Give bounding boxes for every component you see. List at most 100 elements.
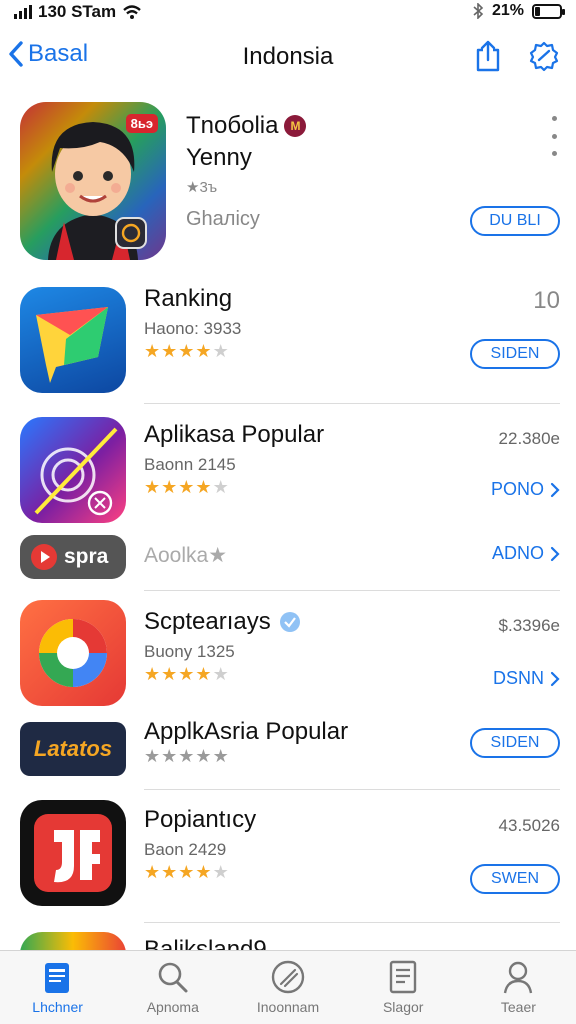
app-icon xyxy=(20,417,126,523)
swirl-logo-icon xyxy=(39,619,107,687)
app-name: ApplkAsria Popular xyxy=(144,718,349,745)
tab-updates[interactable]: Slagor xyxy=(346,951,461,1024)
star-icon: ★ xyxy=(195,664,213,684)
wifi-icon xyxy=(123,5,141,19)
star-icon: ★ xyxy=(212,341,230,361)
app-icon xyxy=(20,600,126,706)
navigation-bar: Basal Indonsia xyxy=(0,30,576,86)
tab-games[interactable]: Inoonnam xyxy=(230,951,345,1024)
app-icon: Latatos xyxy=(20,722,126,776)
list-item[interactable]: spra Aoolka★ ADNO xyxy=(0,535,576,581)
rating-stars: ★★★★★ xyxy=(144,664,230,685)
divider xyxy=(144,922,560,923)
featured-name-line: Tnoбolia M xyxy=(186,112,307,140)
status-bar: 130 STam 21% xyxy=(0,0,576,26)
settings-button[interactable] xyxy=(526,38,562,74)
tab-profile[interactable]: Teaer xyxy=(461,951,576,1024)
tab-label: Lhchner xyxy=(32,999,83,1015)
bluetooth-icon xyxy=(473,3,484,19)
battery-icon xyxy=(532,3,565,19)
star-icon: ★ xyxy=(212,664,230,684)
star-icon: ★ xyxy=(195,341,213,361)
play-icon xyxy=(31,544,57,570)
star-icon: ★ xyxy=(195,477,213,497)
star-icon: ★ xyxy=(178,341,196,361)
get-button[interactable]: SIDEN xyxy=(470,339,560,369)
get-button[interactable]: SWEN xyxy=(470,864,560,894)
action-link[interactable]: ADNO xyxy=(492,543,560,564)
action-label: PONO xyxy=(490,479,544,499)
chevron-right-icon xyxy=(550,482,560,497)
list-item[interactable]: Scptearıays Buony 1325 ★★★★★ $.3396e DSN… xyxy=(0,600,576,715)
featured-app-emblem-icon: M xyxy=(284,115,307,137)
star-icon: ★ xyxy=(212,477,230,497)
list-item[interactable]: Popiantıcy Baon 2429 ★★★★★ 43.5026 SWEN xyxy=(0,800,576,915)
divider xyxy=(144,789,560,790)
tab-search[interactable]: Apnoma xyxy=(115,951,230,1024)
search-icon xyxy=(158,962,188,993)
star-icon: ★ xyxy=(161,862,179,882)
today-icon xyxy=(44,963,69,993)
share-button[interactable] xyxy=(470,38,506,74)
star-icon: ★ xyxy=(212,862,230,882)
list-item[interactable]: Baliksland9 xyxy=(0,932,576,952)
chat-bubble-icon xyxy=(36,307,108,383)
star-icon: ★ xyxy=(195,746,213,766)
app-subtitle: Haono: 3933 xyxy=(144,319,242,338)
app-icon xyxy=(20,287,126,393)
tab-label: Slagor xyxy=(382,999,424,1015)
app-meta: 10 xyxy=(533,287,560,314)
rating-stars: ★★★★★ xyxy=(144,477,230,498)
app-icon-text: spra xyxy=(64,545,109,568)
action-link[interactable]: PONO xyxy=(491,479,560,500)
featured-category: Ghaлicy xyxy=(186,208,260,230)
tab-bar: Lhchner Apnoma Inoonnam Slagor Teaer xyxy=(0,950,576,1024)
app-meta: $.3396e xyxy=(498,616,560,635)
battery-percent: 21% xyxy=(491,2,524,19)
divider xyxy=(144,590,560,591)
signal-icon xyxy=(14,5,32,19)
share-icon xyxy=(476,40,500,72)
carrier-label: 130 STam xyxy=(38,2,117,21)
divider xyxy=(144,403,560,404)
app-subtitle: Baonn 2145 xyxy=(144,455,236,474)
app-name: Popiantıcy xyxy=(144,806,257,833)
list-item[interactable]: Aplikasa Popular Baonn 2145 ★★★★★ 22.380… xyxy=(0,415,576,530)
star-icon: ★ xyxy=(161,341,179,361)
list-item[interactable]: Latatos ApplkAsria Popular ★★★★★ SIDEN xyxy=(0,718,576,780)
featured-rating-text: ★3ъ xyxy=(186,179,218,196)
music-logo-icon xyxy=(34,814,112,892)
rating-stars: ★★★★★ xyxy=(144,746,230,767)
star-icon: ★ xyxy=(178,862,196,882)
star-icon: ★ xyxy=(144,862,162,882)
tab-label: Apnoma xyxy=(146,999,199,1015)
featured-app[interactable]: 8ьэ Tnoбolia M Yenny ★3ъ Ghaлicy DU BLI xyxy=(0,100,576,270)
star-icon: ★ xyxy=(178,477,196,497)
app-subtitle: Baon 2429 xyxy=(144,840,227,859)
gear-badge-icon xyxy=(529,41,559,72)
star-icon: ★ xyxy=(178,746,196,766)
action-link[interactable]: DSNN xyxy=(493,668,560,689)
rating-stars: ★★★★★ xyxy=(144,862,230,883)
featured-app-icon[interactable]: 8ьэ xyxy=(20,102,166,260)
star-icon: ★ xyxy=(161,664,179,684)
featured-badge: 8ьэ xyxy=(125,114,158,133)
get-button[interactable]: SIDEN xyxy=(470,728,560,758)
chevron-right-icon xyxy=(550,546,560,561)
featured-get-button[interactable]: DU BLI xyxy=(470,206,560,236)
action-label: DSNN xyxy=(492,668,544,688)
action-label: ADNO xyxy=(491,543,544,563)
star-icon: ★ xyxy=(161,746,179,766)
document-icon xyxy=(390,960,417,994)
app-name: Aplikasa Popular xyxy=(144,421,325,448)
app-icon-text: Latatos xyxy=(33,736,113,761)
featured-app-name-2: Yenny xyxy=(186,144,252,171)
app-meta: 43.5026 xyxy=(498,816,560,835)
app-name-line: Scptearıays xyxy=(144,608,301,636)
tab-today[interactable]: Lhchner xyxy=(0,951,115,1024)
more-options-icon[interactable] xyxy=(550,116,558,156)
person-icon xyxy=(504,961,533,994)
featured-app-name: Tnoбolia xyxy=(186,112,279,139)
list-item[interactable]: Ranking Haono: 3933 ★★★★★ 10 SIDEN xyxy=(0,285,576,400)
slash-circle-icon xyxy=(271,960,305,994)
